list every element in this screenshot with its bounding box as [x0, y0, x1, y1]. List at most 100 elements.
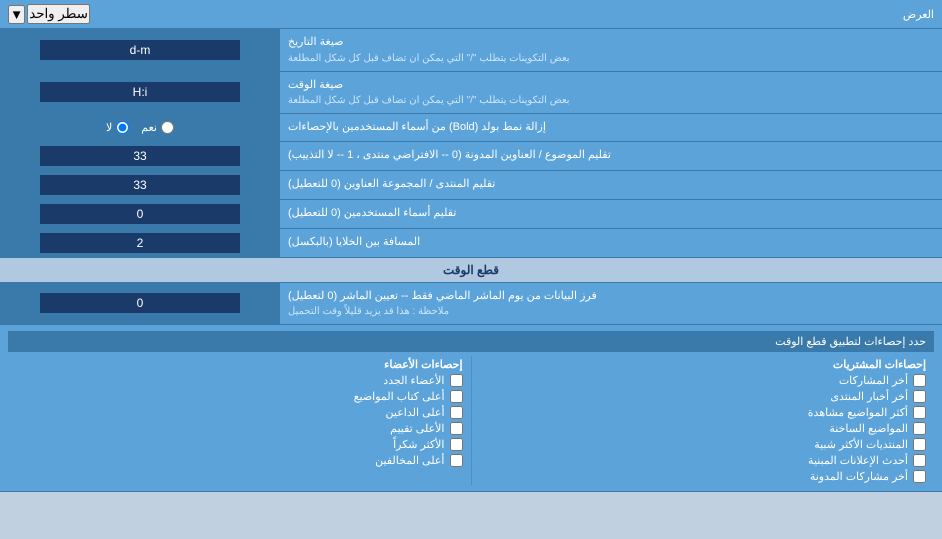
list-item: أحدث الإعلانات المبنية	[480, 454, 927, 467]
radio-no-text: لا	[106, 121, 112, 134]
checkbox-viewed[interactable]	[913, 406, 926, 419]
topic-titles-label: تقليم الموضوع / العناوين المدونة (0 -- ا…	[280, 142, 942, 170]
user-names-input[interactable]	[40, 204, 240, 224]
list-item: أكثر المواضيع مشاهدة	[480, 406, 927, 419]
user-names-title: تقليم أسماء المستخدمين (0 للتعطيل)	[288, 205, 456, 222]
dropdown-arrow-button[interactable]: ▼	[8, 5, 25, 24]
checkbox-announcements[interactable]	[913, 454, 926, 467]
topic-titles-input-container	[0, 142, 280, 170]
checkbox-similar[interactable]	[913, 438, 926, 451]
time-format-input-container	[0, 72, 280, 114]
realtime-title: فرز البيانات من يوم الماشر الماضي فقط --…	[288, 288, 597, 305]
dropdown-button[interactable]: سطر واحد	[27, 4, 90, 24]
checkbox-col-1: إحصاءات المشتريات أخر المشاركات أخر أخبا…	[472, 356, 935, 485]
bold-radio-group: نعم لا	[106, 121, 174, 134]
header-label: العرض	[90, 8, 934, 21]
label-top-rated: الأعلى تقييم	[390, 422, 444, 435]
bold-usernames-title: إزالة نمط بولد (Bold) من أسماء المستخدمي…	[288, 119, 546, 136]
list-item: أخر المشاركات	[480, 374, 927, 387]
forum-group-row: تقليم المنتدى / المجموعة العناوين (0 للت…	[0, 171, 942, 200]
realtime-section-header: قطع الوقت	[0, 258, 942, 283]
col-divider	[471, 356, 472, 485]
bold-usernames-row: إزالة نمط بولد (Bold) من أسماء المستخدمي…	[0, 114, 942, 142]
radio-no[interactable]	[116, 121, 129, 134]
forum-group-input[interactable]	[40, 175, 240, 195]
forum-group-label: تقليم المنتدى / المجموعة العناوين (0 للت…	[280, 171, 942, 199]
label-news: أخر أخبار المنتدى	[830, 390, 908, 403]
cell-gap-input-container	[0, 229, 280, 257]
checkbox-top-violators[interactable]	[450, 454, 463, 467]
time-format-row: صيغة الوقت بعض التكوينات يتطلب "/" التي …	[0, 72, 942, 115]
forum-group-input-container	[0, 171, 280, 199]
checkboxes-grid: إحصاءات المشتريات أخر المشاركات أخر أخبا…	[8, 356, 934, 485]
col1-header-text: إحصاءات المشتريات	[833, 358, 926, 371]
col2-header-text: إحصاءات الأعضاء	[384, 358, 462, 371]
checkbox-most-thanked[interactable]	[450, 438, 463, 451]
dropdown-label: سطر واحد	[29, 6, 88, 21]
list-item: أخر مشاركات المدونة	[480, 470, 927, 483]
time-format-input[interactable]	[40, 82, 240, 102]
radio-yes-label[interactable]: نعم	[141, 121, 174, 134]
label-most-thanked: الأكثر شكراً	[393, 438, 444, 451]
checkbox-hot[interactable]	[913, 422, 926, 435]
realtime-row: فرز البيانات من يوم الماشر الماضي فقط --…	[0, 283, 942, 326]
list-item: الأعلى تقييم	[16, 422, 463, 435]
list-item: أعلى الداعين	[16, 406, 463, 419]
cell-gap-input[interactable]	[40, 233, 240, 253]
date-format-sublabel: بعض التكوينات يتطلب "/" التي يمكن ان تضا…	[288, 51, 570, 66]
date-format-label: صيغة التاريخ بعض التكوينات يتطلب "/" الت…	[280, 29, 942, 71]
checkbox-top-writers[interactable]	[450, 390, 463, 403]
user-names-row: تقليم أسماء المستخدمين (0 للتعطيل)	[0, 200, 942, 229]
list-item: المواضيع الساخنة	[480, 422, 927, 435]
forum-group-title: تقليم المنتدى / المجموعة العناوين (0 للت…	[288, 176, 495, 193]
list-item: أعلى المخالفين	[16, 454, 463, 467]
realtime-input[interactable]	[40, 293, 240, 313]
date-format-row: صيغة التاريخ بعض التكوينات يتطلب "/" الت…	[0, 29, 942, 72]
realtime-note: ملاحظة : هذا قد يزيد قليلاً وقت التحميل	[288, 304, 449, 319]
checkbox-col2-header: إحصاءات الأعضاء	[16, 358, 463, 371]
label-viewed: أكثر المواضيع مشاهدة	[808, 406, 908, 419]
topic-titles-input[interactable]	[40, 146, 240, 166]
checkboxes-section: حدد إحصاءات لتطبيق قطع الوقت إحصاءات الم…	[0, 325, 942, 492]
time-format-label: صيغة الوقت بعض التكوينات يتطلب "/" التي …	[280, 72, 942, 114]
checkbox-top-inviters[interactable]	[450, 406, 463, 419]
radio-yes-text: نعم	[141, 121, 157, 134]
list-item: أعلى كتاب المواضيع	[16, 390, 463, 403]
cell-gap-title: المسافة بين الخلايا (بالبكسل)	[288, 234, 420, 251]
header-row: العرض سطر واحد ▼	[0, 0, 942, 29]
label-top-writers: أعلى كتاب المواضيع	[354, 390, 445, 403]
time-format-sublabel: بعض التكوينات يتطلب "/" التي يمكن ان تضا…	[288, 93, 570, 108]
checkbox-top-rated[interactable]	[450, 422, 463, 435]
checkbox-news[interactable]	[913, 390, 926, 403]
cell-gap-row: المسافة بين الخلايا (بالبكسل)	[0, 229, 942, 258]
realtime-input-container	[0, 283, 280, 325]
label-top-violators: أعلى المخالفين	[375, 454, 444, 467]
list-item: المنتديات الأكثر شبية	[480, 438, 927, 451]
checkbox-blog-posts[interactable]	[913, 470, 926, 483]
label-announcements: أحدث الإعلانات المبنية	[808, 454, 908, 467]
bold-usernames-label: إزالة نمط بولد (Bold) من أسماء المستخدمي…	[280, 114, 942, 141]
radio-no-label[interactable]: لا	[106, 121, 129, 134]
realtime-section-title: قطع الوقت	[443, 263, 499, 277]
dropdown-container: سطر واحد ▼	[8, 4, 90, 24]
topic-titles-title: تقليم الموضوع / العناوين المدونة (0 -- ا…	[288, 147, 611, 164]
checkbox-posts[interactable]	[913, 374, 926, 387]
label-similar: المنتديات الأكثر شبية	[814, 438, 908, 451]
bold-usernames-input-container: نعم لا	[0, 114, 280, 141]
date-format-title: صيغة التاريخ	[288, 34, 343, 51]
checkbox-new-members[interactable]	[450, 374, 463, 387]
radio-yes[interactable]	[161, 121, 174, 134]
label-blog-posts: أخر مشاركات المدونة	[810, 470, 908, 483]
label-top-inviters: أعلى الداعين	[386, 406, 445, 419]
label-hot: المواضيع الساخنة	[829, 422, 908, 435]
checkbox-col1-header: إحصاءات المشتريات	[480, 358, 927, 371]
date-format-input[interactable]	[40, 40, 240, 60]
list-item: الأعضاء الجدد	[16, 374, 463, 387]
realtime-label: فرز البيانات من يوم الماشر الماضي فقط --…	[280, 283, 942, 325]
list-item: أخر أخبار المنتدى	[480, 390, 927, 403]
topic-titles-row: تقليم الموضوع / العناوين المدونة (0 -- ا…	[0, 142, 942, 171]
label-posts: أخر المشاركات	[839, 374, 908, 387]
time-format-title: صيغة الوقت	[288, 77, 343, 94]
user-names-input-container	[0, 200, 280, 228]
checkbox-col-2: إحصاءات الأعضاء الأعضاء الجدد أعلى كتاب …	[8, 356, 471, 485]
